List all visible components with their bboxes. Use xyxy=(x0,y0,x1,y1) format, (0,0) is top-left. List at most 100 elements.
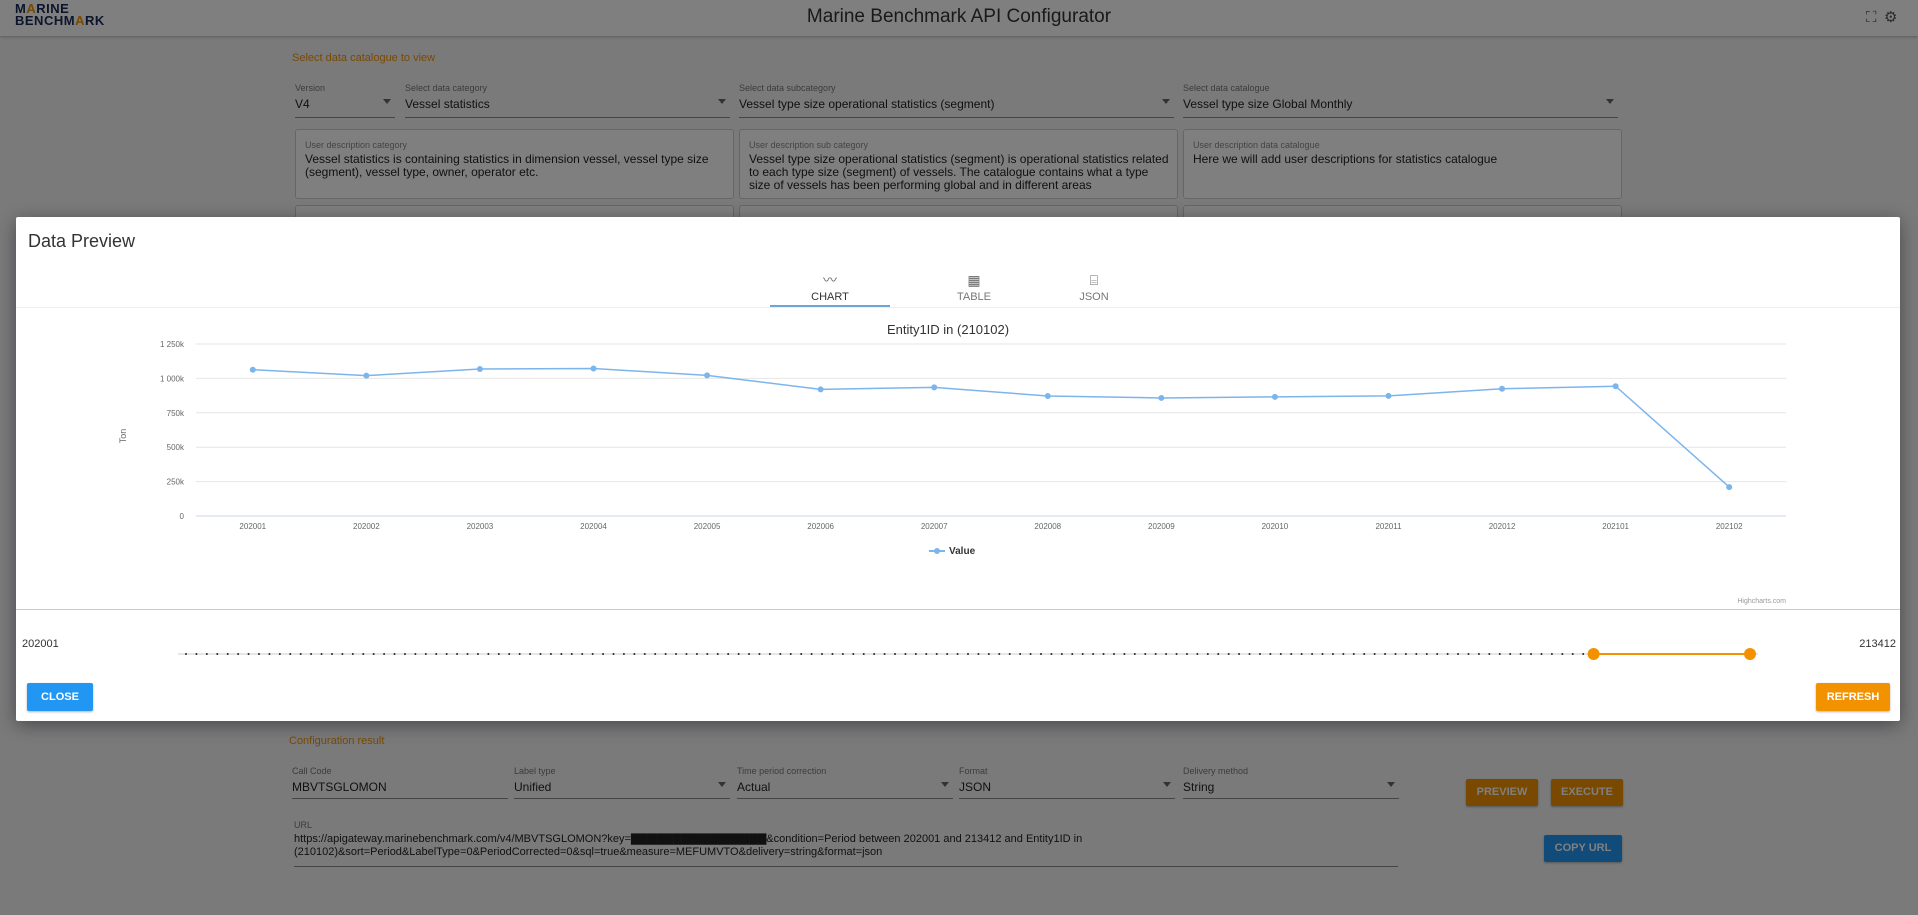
tab-table[interactable]: ▦ TABLE xyxy=(914,269,1034,307)
slider-tick xyxy=(1488,653,1491,655)
y-tick-label: 1 000k xyxy=(160,374,185,383)
data-point[interactable] xyxy=(1499,385,1506,392)
data-point[interactable] xyxy=(1612,383,1619,390)
slider-tick xyxy=(424,653,427,655)
slider-tick xyxy=(570,653,573,655)
range-start-label: 202001 xyxy=(22,638,59,650)
data-point[interactable] xyxy=(1158,394,1165,401)
slider-tick xyxy=(1165,653,1168,655)
y-axis-label: Ton xyxy=(118,429,128,444)
slider-tick xyxy=(1154,653,1157,655)
period-range-slider[interactable] xyxy=(178,647,1758,661)
data-point[interactable] xyxy=(1044,393,1051,400)
slider-tick xyxy=(330,653,333,655)
slider-tick xyxy=(362,653,365,655)
data-point[interactable] xyxy=(590,365,597,372)
slider-tick xyxy=(1196,653,1199,655)
slider-tick xyxy=(727,653,730,655)
slider-tick xyxy=(748,653,751,655)
slider-tick xyxy=(508,653,511,655)
slider-tick xyxy=(1050,653,1053,655)
x-tick-label: 202003 xyxy=(467,522,494,531)
slider-tick xyxy=(622,653,625,655)
slider-tick xyxy=(987,653,990,655)
slider-tick xyxy=(1290,653,1293,655)
slider-tick xyxy=(320,653,323,655)
slider-tick xyxy=(1185,653,1188,655)
data-point[interactable] xyxy=(931,384,938,391)
slider-tick xyxy=(956,653,959,655)
slider-tick xyxy=(810,653,813,655)
slider-tick xyxy=(1311,653,1314,655)
refresh-button[interactable]: REFRESH xyxy=(1816,683,1890,711)
slider-tick xyxy=(237,653,240,655)
data-point[interactable] xyxy=(1385,392,1392,399)
data-point[interactable] xyxy=(363,372,370,379)
slider-tick xyxy=(1415,653,1418,655)
slider-tick xyxy=(539,653,542,655)
slider-tick xyxy=(1217,653,1220,655)
x-tick-label: 202101 xyxy=(1602,522,1629,531)
line-chart[interactable]: Entity1ID in (210102) 0 250k 500k 750k 1 000… xyxy=(16,316,1900,608)
x-tick-label: 202002 xyxy=(353,522,380,531)
chart-credits[interactable]: Highcharts.com xyxy=(1737,598,1786,605)
data-point[interactable] xyxy=(1726,484,1733,491)
slider-tick xyxy=(789,653,792,655)
slider-tick xyxy=(841,653,844,655)
dialog-title: Data Preview xyxy=(28,231,136,251)
slider-tick xyxy=(946,653,949,655)
slider-tick xyxy=(1342,653,1345,655)
chart-title: Entity1ID in (210102) xyxy=(887,322,1009,337)
slider-tick xyxy=(278,653,281,655)
slider-tick xyxy=(768,653,771,655)
x-tick-label: 202010 xyxy=(1262,522,1289,531)
series-value[interactable] xyxy=(249,365,1733,491)
data-point[interactable] xyxy=(704,372,711,379)
slider-tick xyxy=(883,653,886,655)
slider-tick xyxy=(487,653,490,655)
slider-tick xyxy=(1092,653,1095,655)
data-point[interactable] xyxy=(817,386,824,393)
data-point[interactable] xyxy=(476,366,483,373)
x-tick-label: 202007 xyxy=(921,522,948,531)
y-axis-ticks: 0 250k 500k 750k 1 000k 1 250k xyxy=(160,340,185,521)
slider-tick xyxy=(247,653,250,655)
series-line[interactable] xyxy=(252,367,1730,488)
slider-tick xyxy=(1071,653,1074,655)
tab-json[interactable]: ⌸ JSON xyxy=(1034,269,1154,307)
x-tick-label: 202009 xyxy=(1148,522,1175,531)
range-end-handle[interactable] xyxy=(1744,648,1756,660)
x-tick-label: 202011 xyxy=(1375,522,1402,531)
close-button[interactable]: CLOSE xyxy=(27,683,93,711)
range-end-label: 213412 xyxy=(1859,638,1896,650)
slider-tick xyxy=(695,653,698,655)
slider-tick xyxy=(612,653,615,655)
slider-tick xyxy=(1008,653,1011,655)
slider-tick xyxy=(351,653,354,655)
data-point[interactable] xyxy=(1271,393,1278,400)
slider-tick xyxy=(1144,653,1147,655)
slider-tick xyxy=(654,653,657,655)
slider-tick xyxy=(967,653,969,655)
slider-tick xyxy=(1467,653,1470,655)
slider-tick xyxy=(1509,653,1512,655)
slider-tick xyxy=(1425,653,1428,655)
slider-tick xyxy=(1457,653,1460,655)
data-point[interactable] xyxy=(249,366,256,373)
range-start-handle[interactable] xyxy=(1587,648,1600,660)
chart-grid xyxy=(196,343,1786,517)
slider-tick xyxy=(602,653,605,655)
legend-marker xyxy=(934,548,940,554)
slider-tick xyxy=(821,653,824,655)
y-tick-label: 1 250k xyxy=(160,340,185,349)
slider-tick xyxy=(1258,653,1261,655)
slider-tick xyxy=(852,653,855,655)
slider-tick xyxy=(643,653,646,655)
slider-tick xyxy=(1331,653,1334,655)
chart-legend[interactable]: Value xyxy=(929,546,976,557)
tab-chart[interactable]: 〰 CHART xyxy=(770,269,890,307)
slider-tick xyxy=(1029,653,1032,655)
slider-tick xyxy=(1133,653,1136,655)
slider-tick xyxy=(925,653,928,655)
data-preview-dialog: Data Preview 〰 CHART ▦ TABLE ⌸ JSON Enti… xyxy=(16,217,1900,721)
